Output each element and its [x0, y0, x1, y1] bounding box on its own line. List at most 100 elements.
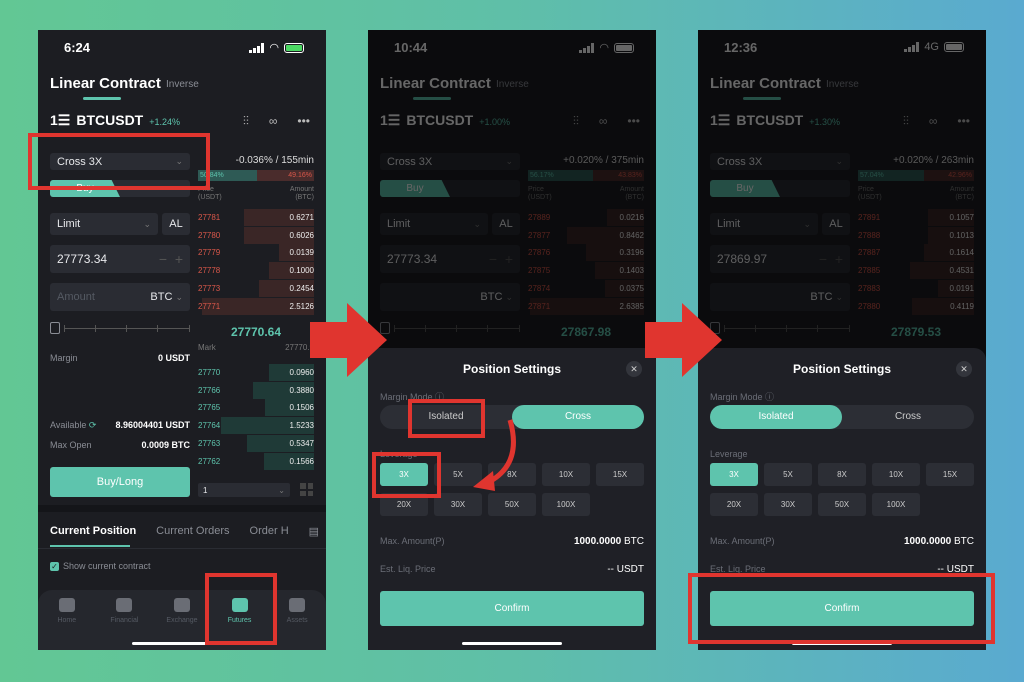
orderbook-ask-row[interactable]: 27781 0.6271	[198, 209, 314, 226]
orderbook-ask-row[interactable]: 27773 0.2454	[198, 279, 314, 297]
home-indicator	[462, 642, 562, 645]
buy-long-button[interactable]: Buy/Long	[50, 467, 190, 497]
amount-slider[interactable]	[50, 322, 190, 334]
order-amount: 0.0139	[289, 248, 314, 258]
leverage-option[interactable]: 30X	[764, 493, 812, 516]
orderbook-ask-row[interactable]: 27780 0.6026	[198, 226, 314, 244]
tab-current-orders[interactable]: Current Orders	[156, 525, 229, 538]
leverage-label: Leverage	[710, 449, 748, 459]
amount-placeholder: Amount	[57, 291, 95, 303]
tab-inverse[interactable]: Inverse	[166, 79, 199, 90]
mode-cross[interactable]: Cross	[842, 405, 974, 429]
show-current-contract-checkbox[interactable]: ✓ Show current contract	[50, 561, 151, 571]
margin-mode-toggle: Isolated Cross	[710, 405, 974, 429]
orderbook-ask-row[interactable]: 27778 0.1000	[198, 262, 314, 280]
chevron-down-icon: ⌄	[175, 292, 183, 302]
orderbook-bid-row[interactable]: 27766 0.3880	[198, 381, 314, 399]
document-icon[interactable]: ▤	[309, 525, 319, 538]
orderbook-bid-row[interactable]: 27764 1.5233	[198, 417, 314, 435]
confirm-button[interactable]: Confirm	[380, 591, 644, 626]
mode-cross[interactable]: Cross	[512, 405, 644, 429]
leverage-option[interactable]: 15X	[596, 463, 644, 486]
help-icon[interactable]: ⓘ	[765, 392, 774, 402]
mark-price: Mark 27770.9	[198, 343, 314, 352]
stepper-icons[interactable]: − +	[159, 251, 183, 267]
order-price: 27764	[198, 421, 221, 431]
al-button[interactable]: AL	[162, 213, 190, 235]
close-icon[interactable]: ✕	[956, 361, 972, 377]
order-amount: 0.5347	[289, 438, 314, 448]
bottom-nav: Home Financial Exchange Futures Assets	[38, 590, 326, 650]
order-amount: 1.5233	[289, 421, 314, 431]
leverage-option[interactable]: 20X	[710, 493, 758, 516]
document-icon	[50, 322, 60, 334]
leverage-option[interactable]: 50X	[818, 493, 866, 516]
right-arrow-icon	[645, 303, 722, 377]
leverage-option[interactable]: 15X	[926, 463, 974, 486]
more-icon[interactable]: •••	[297, 114, 310, 129]
price-input[interactable]: 27773.34 − +	[50, 245, 190, 273]
highlight-margin-select	[28, 133, 210, 190]
refresh-icon[interactable]: ⟳	[89, 420, 97, 430]
amount-input[interactable]: Amount BTC ⌄	[50, 283, 190, 311]
max-amount-label: Max. Amount(P)	[710, 536, 775, 546]
nav-assets[interactable]: Assets	[272, 598, 322, 650]
nav-home[interactable]: Home	[42, 598, 92, 650]
leverage-option[interactable]: 10X	[542, 463, 590, 486]
leverage-option[interactable]: 100X	[872, 493, 920, 516]
checkbox-label: Show current contract	[63, 561, 151, 571]
orderbook-bid-row[interactable]: 27770 0.0960	[198, 364, 314, 381]
leverage-option[interactable]: 3X	[710, 463, 758, 486]
tab-current-position[interactable]: Current Position	[50, 525, 136, 538]
orderbook-ask-row[interactable]: 27771 2.5126	[198, 297, 314, 315]
home-icon	[58, 598, 75, 612]
tab-order-h[interactable]: Order H	[250, 525, 289, 538]
available-value: 8.96004401 USDT	[115, 420, 190, 430]
link-icon[interactable]: ∞	[269, 114, 278, 129]
nav-label: Financial	[110, 617, 139, 624]
orderbook-ask-row[interactable]: 27779 0.0139	[198, 244, 314, 262]
orderbook-bid-row[interactable]: 27762 0.1566	[198, 452, 314, 470]
highlight-confirm	[688, 573, 995, 644]
max-amount-row: Max. Amount(P) 1000.0000 BTC	[380, 536, 644, 547]
leverage-option[interactable]: 10X	[872, 463, 920, 486]
max-amount-value: 1000.0000	[903, 536, 952, 547]
assets-icon	[289, 598, 306, 612]
checkbox-checked-icon[interactable]: ✓	[50, 561, 59, 571]
amount-unit: BTC	[150, 291, 173, 303]
max-amount-unit: BTC	[954, 536, 974, 547]
menu-icon[interactable]: 1☰	[50, 112, 70, 129]
depth-select[interactable]: 1 ⌄	[198, 483, 290, 497]
leverage-option[interactable]: 50X	[488, 493, 536, 516]
position-tabs: Current Position Current Orders Order H ▤	[50, 525, 319, 538]
leverage-option[interactable]: 5X	[764, 463, 812, 486]
mode-isolated[interactable]: Isolated	[710, 405, 842, 429]
financial-icon	[116, 598, 133, 612]
last-price: 27770.64	[230, 325, 282, 339]
toolbar-icons: ⫶⫶ ∞ •••	[243, 114, 310, 129]
status-time: 6:24	[64, 40, 91, 55]
order-amount: 0.1506	[289, 403, 314, 413]
symbol-selector[interactable]: 1☰ BTCUSDT +1.24%	[50, 112, 180, 129]
leverage-option[interactable]: 8X	[818, 463, 866, 486]
max-amount-row: Max. Amount(P) 1000.0000 BTC	[710, 536, 974, 547]
liq-price-row: Est. Liq. Price -- USDT	[380, 564, 644, 575]
signal-icon	[249, 42, 265, 53]
orderbook-bid-row[interactable]: 27765 0.1506	[198, 399, 314, 417]
tab-linear-contract[interactable]: Linear Contract	[50, 75, 161, 92]
order-price: 27762	[198, 456, 221, 466]
order-type-select[interactable]: Limit ⌄	[50, 213, 158, 235]
price-change: +1.24%	[149, 117, 181, 127]
phone-screen-3: 12:364GLinear ContractInverse1☰BTCUSDT+1…	[698, 30, 986, 650]
leverage-option[interactable]: 30X	[434, 493, 482, 516]
order-amount: 0.2454	[289, 283, 314, 293]
order-price: 27766	[198, 385, 221, 395]
max-amount-label: Max. Amount(P)	[380, 536, 445, 546]
status-bar-icons: ◠	[249, 41, 304, 54]
layout-icon[interactable]	[300, 483, 313, 496]
chart-icon[interactable]: ⫶⫶	[243, 114, 249, 129]
leverage-option[interactable]: 100X	[542, 493, 590, 516]
order-amount: 0.1000	[289, 266, 314, 276]
orderbook-bid-row[interactable]: 27763 0.5347	[198, 434, 314, 452]
order-amount: 0.6271	[289, 213, 314, 222]
